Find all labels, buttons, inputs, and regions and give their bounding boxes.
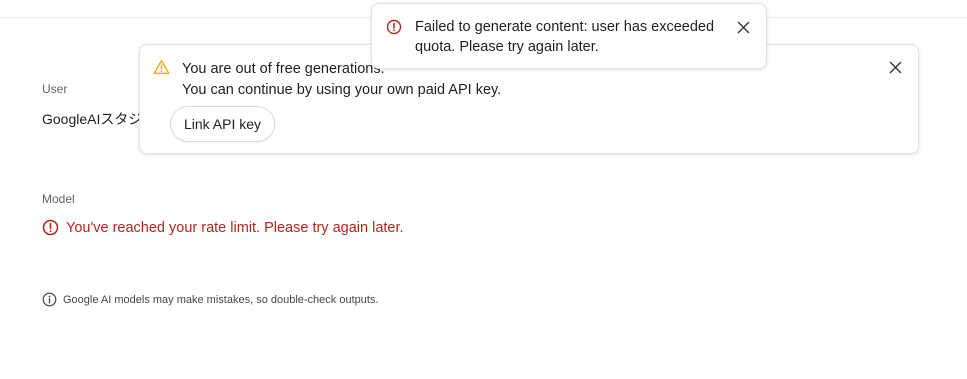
error-circle-icon [42, 219, 59, 236]
model-error-text: You've reached your rate limit. Please t… [66, 219, 404, 236]
quota-notice-line2: You can continue by using your own paid … [182, 82, 502, 98]
error-icon [386, 19, 402, 35]
info-icon [42, 292, 57, 307]
model-label: Model [42, 192, 75, 206]
warning-icon [153, 59, 170, 75]
model-error: You've reached your rate limit. Please t… [42, 219, 404, 236]
close-icon[interactable] [889, 61, 902, 74]
toast-close-icon[interactable] [737, 21, 750, 34]
disclaimer-text: Google AI models may make mistakes, so d… [63, 293, 379, 306]
toast-message: Failed to generate content: user has exc… [415, 19, 715, 55]
error-toast: Failed to generate content: user has exc… [371, 3, 767, 69]
user-value: GoogleAIスタジ [42, 111, 143, 127]
disclaimer: Google AI models may make mistakes, so d… [42, 292, 379, 307]
link-api-key-button[interactable]: Link API key [170, 106, 276, 142]
user-label: User [42, 82, 68, 96]
page: User GoogleAIスタジ Model You've reached yo… [0, 0, 967, 379]
